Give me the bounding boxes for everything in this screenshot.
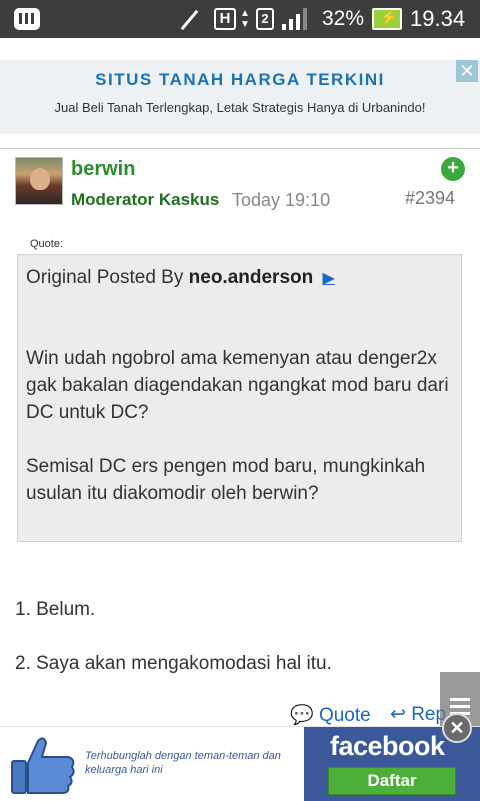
top-banner-ad[interactable]: SITUS TANAH HARGA TERKINI Jual Beli Tana… xyxy=(0,60,480,134)
battery-percent: 32% xyxy=(322,7,365,30)
quote-prefix: Original Posted By xyxy=(26,267,184,288)
bottom-banner-ad[interactable]: Terhubunglah dengan teman-teman dan kelu… xyxy=(0,713,480,801)
network-h-icon: H xyxy=(214,8,236,30)
view-post-arrow-icon[interactable]: ▶ xyxy=(323,270,335,287)
ad-subtitle: Jual Beli Tanah Terlengkap, Letak Strate… xyxy=(54,100,426,115)
close-icon[interactable]: ✕ xyxy=(456,60,478,82)
post-number[interactable]: #2394 xyxy=(405,188,455,209)
user-title: Moderator Kaskus xyxy=(71,190,220,209)
avatar[interactable] xyxy=(15,157,63,205)
speech-bubble-icon: 💬 xyxy=(290,705,314,726)
quote-box: Original Posted By neo.anderson ▶ Win ud… xyxy=(17,254,462,542)
post-username[interactable]: berwin xyxy=(71,158,135,181)
quote-button[interactable]: 💬 Quote xyxy=(290,703,371,727)
ad-text: Terhubunglah dengan teman-teman dan kelu… xyxy=(85,750,281,776)
signup-button[interactable]: Daftar xyxy=(328,767,456,795)
post-line: 2. Saya akan mengakomodasi hal itu. xyxy=(15,653,332,674)
divider xyxy=(0,148,480,149)
quote-author[interactable]: neo.anderson xyxy=(189,267,314,288)
quote-label: Quote: xyxy=(30,238,64,250)
add-icon[interactable]: + xyxy=(441,157,465,181)
quote-header: Original Posted By neo.anderson ▶ xyxy=(26,267,335,289)
close-icon[interactable]: ✕ xyxy=(442,713,472,743)
reply-button[interactable]: ↩ Rep xyxy=(390,703,446,726)
reply-arrow-icon: ↩ xyxy=(390,704,406,725)
data-arrows-icon: ▲ ▼ xyxy=(240,8,250,30)
sim-icon: 2 xyxy=(256,8,274,30)
clock: 19.34 xyxy=(410,6,466,31)
ad-title[interactable]: SITUS TANAH HARGA TERKINI xyxy=(0,70,480,90)
status-bar: H ▲▼ 2 32% 19.34 xyxy=(0,0,480,38)
thumbs-up-icon xyxy=(11,737,75,794)
battery-charging-icon xyxy=(372,8,402,30)
quote-paragraph: Semisal DC ers pengen mod baru, mungkink… xyxy=(26,456,426,504)
signal-icon xyxy=(282,8,312,30)
bbm-icon xyxy=(14,8,40,30)
quote-paragraph: Win udah ngobrol ama kemenyan atau denge… xyxy=(26,348,449,423)
quote-button-label: Quote xyxy=(318,705,371,726)
post-time: Today 19:10 xyxy=(232,190,331,210)
mute-icon xyxy=(178,8,202,30)
facebook-logo: facebook xyxy=(330,731,445,761)
post-line: 1. Belum. xyxy=(15,599,96,620)
